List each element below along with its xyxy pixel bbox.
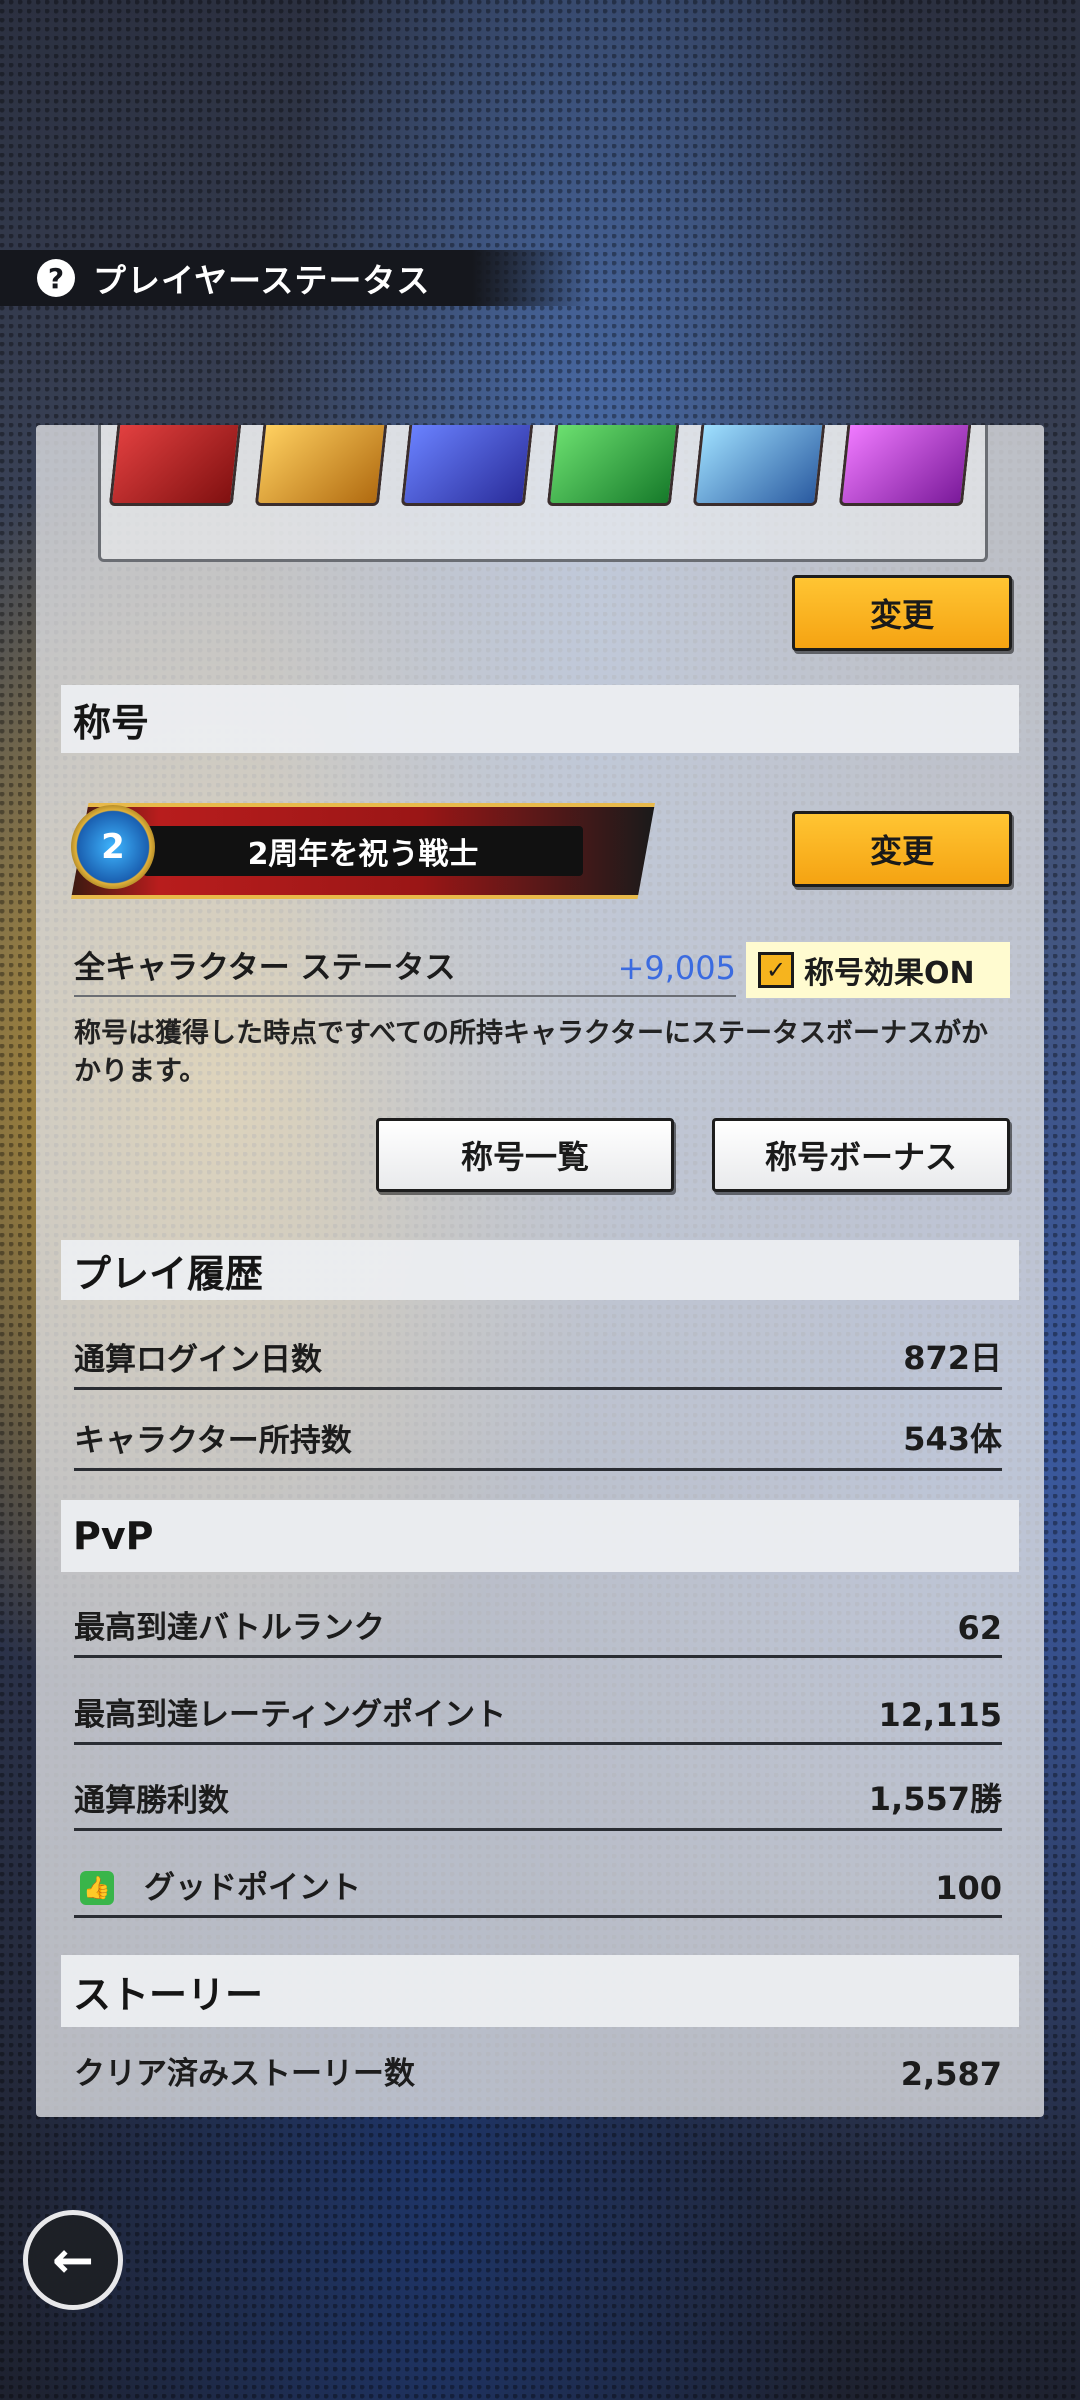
total-wins-label: 通算勝利数 <box>74 1783 229 1819</box>
rating-points-label: 最高到達レーティングポイント <box>74 1697 507 1733</box>
emblem-blue <box>400 425 534 506</box>
thumbs-up-icon: 👍 <box>80 1871 114 1905</box>
status-panel[interactable]: 変更 称号 2周年を祝う戦士 2 変更 全キャラクター ステータス +9,005… <box>36 425 1044 2117</box>
cleared-story-value: 2,587 <box>900 2055 1002 2093</box>
character-count-row: キャラクター所持数 543体 <box>74 1408 1002 1471</box>
good-points-value: 100 <box>935 1869 1002 1907</box>
login-days-label: 通算ログイン日数 <box>74 1342 322 1378</box>
emblem-display[interactable] <box>98 425 988 562</box>
title-description: 称号は獲得した時点ですべての所持キャラクターにステータスボーナスがかかります。 <box>74 1018 988 1087</box>
section-pvp: PvP <box>61 1500 1019 1572</box>
title-bonus-button[interactable]: 称号ボーナス <box>712 1118 1010 1192</box>
rating-points-value: 12,115 <box>878 1696 1002 1734</box>
page-title: プレイヤーステータス <box>93 261 431 300</box>
title-name: 2周年を祝う戦士 <box>143 826 583 876</box>
battle-rank-value: 62 <box>957 1609 1002 1647</box>
login-days-row: 通算ログイン日数 872日 <box>74 1327 1002 1390</box>
help-icon[interactable]: ? <box>37 259 75 297</box>
title-effect-toggle[interactable]: ✓ 称号効果ON <box>746 942 1010 998</box>
rating-points-row: 最高到達レーティングポイント 12,115 <box>74 1682 1002 1745</box>
emblem-green <box>546 425 680 506</box>
total-wins-row: 通算勝利数 1,557勝 <box>74 1768 1002 1831</box>
character-count-value: 543体 <box>903 1420 1002 1458</box>
title-stat-label: 全キャラクター ステータス <box>74 950 456 986</box>
emblem-red <box>108 425 242 506</box>
anniversary-badge-icon: 2 <box>71 805 155 889</box>
story-heading: ストーリー <box>73 1972 264 2017</box>
good-points-row: 👍 グッドポイント 100 <box>74 1855 1002 1918</box>
play-history-heading: プレイ履歴 <box>73 1251 264 1296</box>
login-days-value: 872日 <box>903 1339 1002 1377</box>
emblem-cyan <box>692 425 826 506</box>
header-bar: ? プレイヤーステータス <box>0 250 590 306</box>
battle-rank-row: 最高到達バトルランク 62 <box>74 1595 1002 1658</box>
total-wins-value: 1,557勝 <box>868 1780 1002 1818</box>
title-effect-label: 称号効果ON <box>804 956 975 991</box>
section-play-history: プレイ履歴 <box>61 1240 1019 1300</box>
emblem-purple <box>838 425 972 506</box>
emblem-change-button[interactable]: 変更 <box>792 575 1012 651</box>
cleared-story-row: クリア済みストーリー数 2,587 <box>74 2041 1002 2101</box>
back-arrow-icon: ← <box>52 2231 94 2289</box>
section-story: ストーリー <box>61 1955 1019 2027</box>
battle-rank-label: 最高到達バトルランク <box>74 1610 385 1646</box>
section-title: 称号 <box>61 685 1019 753</box>
title-banner[interactable]: 2周年を祝う戦士 <box>71 803 655 899</box>
title-change-button[interactable]: 変更 <box>792 811 1012 887</box>
title-stat-value: +9,005 <box>617 949 736 987</box>
good-points-label: グッドポイント <box>144 1870 361 1906</box>
section-title-heading: 称号 <box>73 700 150 745</box>
back-button[interactable]: ← <box>23 2210 123 2310</box>
title-list-button[interactable]: 称号一覧 <box>376 1118 674 1192</box>
title-stat-row: 全キャラクター ステータス +9,005 <box>74 935 736 997</box>
checkbox-checked-icon: ✓ <box>758 952 794 988</box>
pvp-heading: PvP <box>73 1514 154 1558</box>
cleared-story-label: クリア済みストーリー数 <box>74 2056 415 2092</box>
character-count-label: キャラクター所持数 <box>74 1423 352 1459</box>
emblem-gold <box>254 425 388 506</box>
